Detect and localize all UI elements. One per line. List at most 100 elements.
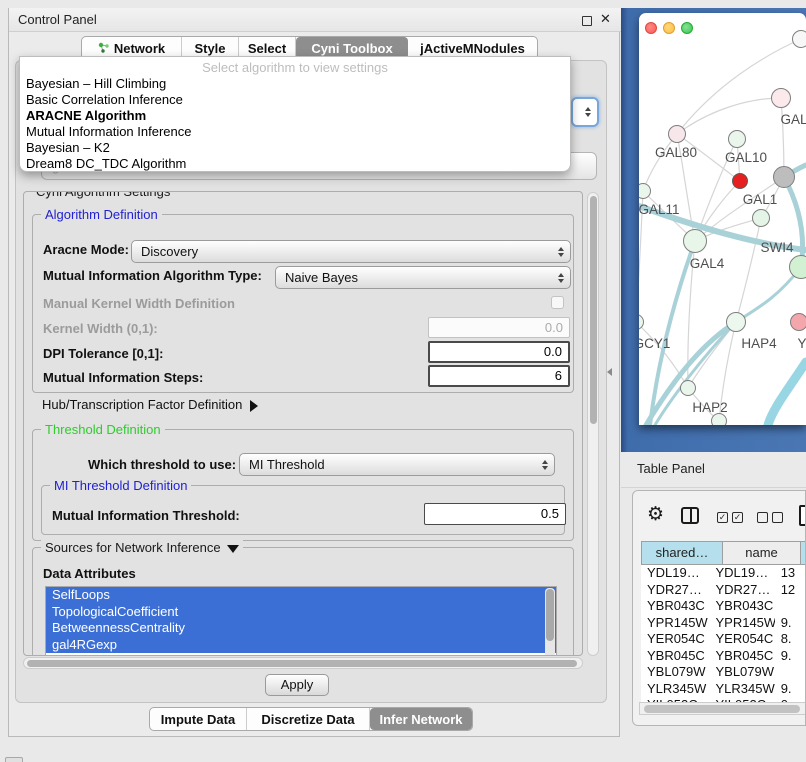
tab-label: Impute Data bbox=[161, 712, 235, 727]
which-threshold-combobox[interactable]: MI Threshold bbox=[239, 453, 555, 476]
splitpane-collapse-arrow-icon[interactable] bbox=[607, 368, 612, 376]
network-node[interactable] bbox=[790, 313, 806, 331]
threshold-definition-title: Threshold Definition bbox=[41, 422, 165, 437]
mi-steps-field[interactable]: 6 bbox=[428, 365, 570, 387]
network-node[interactable] bbox=[683, 229, 707, 253]
table-row[interactable]: YBR045CYBR045C9. bbox=[641, 648, 806, 665]
network-node[interactable] bbox=[789, 255, 806, 279]
manual-kernel-checkbox[interactable] bbox=[551, 296, 564, 309]
network-node[interactable] bbox=[668, 125, 686, 143]
network-node[interactable] bbox=[732, 173, 748, 189]
gear-icon[interactable]: ⚙ bbox=[647, 505, 664, 525]
network-node[interactable] bbox=[771, 88, 791, 108]
table-horizontal-scrollbar[interactable] bbox=[639, 702, 806, 715]
tab-label: Discretize Data bbox=[261, 712, 354, 727]
table-row[interactable]: YER054CYER054C8. bbox=[641, 631, 806, 648]
mi-threshold-field[interactable]: 0.5 bbox=[424, 503, 566, 525]
split-columns-icon[interactable] bbox=[681, 507, 699, 524]
list-item[interactable]: BetweennessCentrality bbox=[46, 620, 556, 637]
table-row[interactable]: YLR345WYLR345W9. bbox=[641, 681, 806, 698]
control-panel-title: Control Panel bbox=[9, 8, 621, 32]
settings-vscroll-thumb[interactable] bbox=[590, 196, 597, 424]
node-label: GAL10 bbox=[725, 150, 767, 165]
table-row[interactable]: YBL079WYBL079W bbox=[641, 664, 806, 681]
document-icon[interactable] bbox=[799, 505, 806, 526]
network-node[interactable] bbox=[726, 312, 746, 332]
list-item[interactable]: gal4RGexp bbox=[46, 637, 556, 654]
settings-horizontal-scrollbar[interactable] bbox=[23, 657, 583, 669]
network-node[interactable] bbox=[773, 166, 795, 188]
sources-disclosure[interactable]: Sources for Network Inference bbox=[41, 540, 243, 555]
tab-impute-data[interactable]: Impute Data bbox=[150, 708, 247, 730]
data-attributes-list: SelfLoops TopologicalCoefficient Between… bbox=[45, 586, 557, 656]
disclosure-right-icon bbox=[250, 400, 258, 412]
cell: 8. bbox=[775, 631, 806, 648]
unchecked-checkbox-icon[interactable] bbox=[757, 512, 768, 523]
kernel-width-field[interactable]: 0.0 bbox=[428, 317, 570, 338]
network-desktop: GAL GAL80 GAL10 GAL11 GAL1 GAL4 SWI4 GCY… bbox=[621, 8, 806, 452]
tab-label: jActiveMNodules bbox=[420, 41, 525, 56]
aracne-mode-combobox[interactable]: Discovery bbox=[131, 240, 571, 263]
which-threshold-label: Which threshold to use: bbox=[88, 457, 236, 472]
table-row[interactable]: YDL19…YDL19…13 bbox=[641, 565, 806, 582]
column-header-name[interactable]: name bbox=[723, 541, 801, 565]
column-header-partial[interactable] bbox=[801, 541, 806, 565]
cell: YBL079W bbox=[641, 664, 709, 681]
settings-vertical-scrollbar[interactable] bbox=[587, 192, 599, 656]
unchecked-checkbox-icon[interactable] bbox=[772, 512, 783, 523]
cell: YDL19… bbox=[709, 565, 774, 582]
dropdown-item[interactable]: Mutual Information Inference bbox=[20, 124, 570, 140]
cell: YER054C bbox=[641, 631, 709, 648]
which-threshold-value: MI Threshold bbox=[249, 457, 534, 472]
float-window-icon[interactable] bbox=[582, 16, 592, 26]
tab-discretize-data[interactable]: Discretize Data bbox=[247, 708, 370, 730]
mi-type-label: Mutual Information Algorithm Type: bbox=[43, 268, 262, 283]
tab-label: Infer Network bbox=[379, 712, 462, 727]
mi-steps-label: Mutual Information Steps: bbox=[43, 370, 203, 385]
settings-hscroll-thumb[interactable] bbox=[27, 660, 577, 667]
table-body: YDL19…YDL19…13 YDR27…YDR27…12 YBR043CYBR… bbox=[641, 565, 806, 702]
mi-threshold-label: Mutual Information Threshold: bbox=[52, 508, 240, 523]
list-scrollbar[interactable] bbox=[545, 588, 555, 656]
table-row[interactable]: YDR27…YDR27…12 bbox=[641, 582, 806, 599]
algorithm-dropdown-prompt[interactable]: Select algorithm to view settings bbox=[20, 59, 570, 76]
node-label: GAL bbox=[780, 112, 806, 127]
network-node[interactable] bbox=[728, 130, 746, 148]
cell: 13 bbox=[775, 565, 806, 582]
list-item[interactable]: SelfLoops bbox=[46, 587, 556, 604]
mi-type-combobox[interactable]: Naive Bayes bbox=[275, 266, 571, 289]
mi-type-value: Naive Bayes bbox=[285, 270, 550, 285]
hub-definition-disclosure[interactable]: Hub/Transcription Factor Definition bbox=[42, 397, 258, 412]
dropdown-item[interactable]: Dream8 DC_TDC Algorithm bbox=[20, 156, 570, 172]
node-label: GCY1 bbox=[639, 336, 670, 351]
table-hscroll-thumb[interactable] bbox=[644, 705, 800, 713]
dropdown-item-selected[interactable]: ARACNE Algorithm bbox=[20, 108, 570, 124]
cell: 9. bbox=[775, 648, 806, 665]
algorithm-combobox-button[interactable] bbox=[571, 97, 599, 127]
table-row[interactable]: YPR145WYPR145W9. bbox=[641, 615, 806, 632]
cell: YBR045C bbox=[709, 648, 774, 665]
checked-checkbox-icon[interactable]: ✓ bbox=[732, 512, 743, 523]
node-label: SWI4 bbox=[760, 240, 793, 255]
table-panel-titlebar: Table Panel bbox=[621, 452, 806, 488]
network-node[interactable] bbox=[752, 209, 770, 227]
list-item[interactable]: TopologicalCoefficient bbox=[46, 604, 556, 621]
network-node[interactable] bbox=[680, 380, 696, 396]
tab-label: Network bbox=[114, 41, 165, 56]
table-row[interactable]: YBR043CYBR043C bbox=[641, 598, 806, 615]
dpi-tolerance-field[interactable]: 0.0 bbox=[428, 341, 570, 363]
dropdown-item[interactable]: Bayesian – K2 bbox=[20, 140, 570, 156]
tab-infer-network[interactable]: Infer Network bbox=[370, 708, 472, 730]
close-icon[interactable]: ✕ bbox=[600, 11, 611, 27]
column-header-shared-name[interactable]: shared… bbox=[641, 541, 723, 565]
list-scrollbar-thumb[interactable] bbox=[546, 589, 554, 641]
dropdown-item[interactable]: Basic Correlation Inference bbox=[20, 92, 570, 108]
cell: YBR043C bbox=[709, 598, 774, 615]
corner-mini-button[interactable] bbox=[5, 757, 23, 762]
network-node[interactable] bbox=[792, 30, 806, 48]
combo-arrows-icon bbox=[558, 273, 564, 283]
apply-button[interactable]: Apply bbox=[265, 674, 329, 696]
dropdown-item[interactable]: Bayesian – Hill Climbing bbox=[20, 76, 570, 92]
aracne-mode-value: Discovery bbox=[141, 244, 550, 259]
checked-checkbox-icon[interactable]: ✓ bbox=[717, 512, 728, 523]
